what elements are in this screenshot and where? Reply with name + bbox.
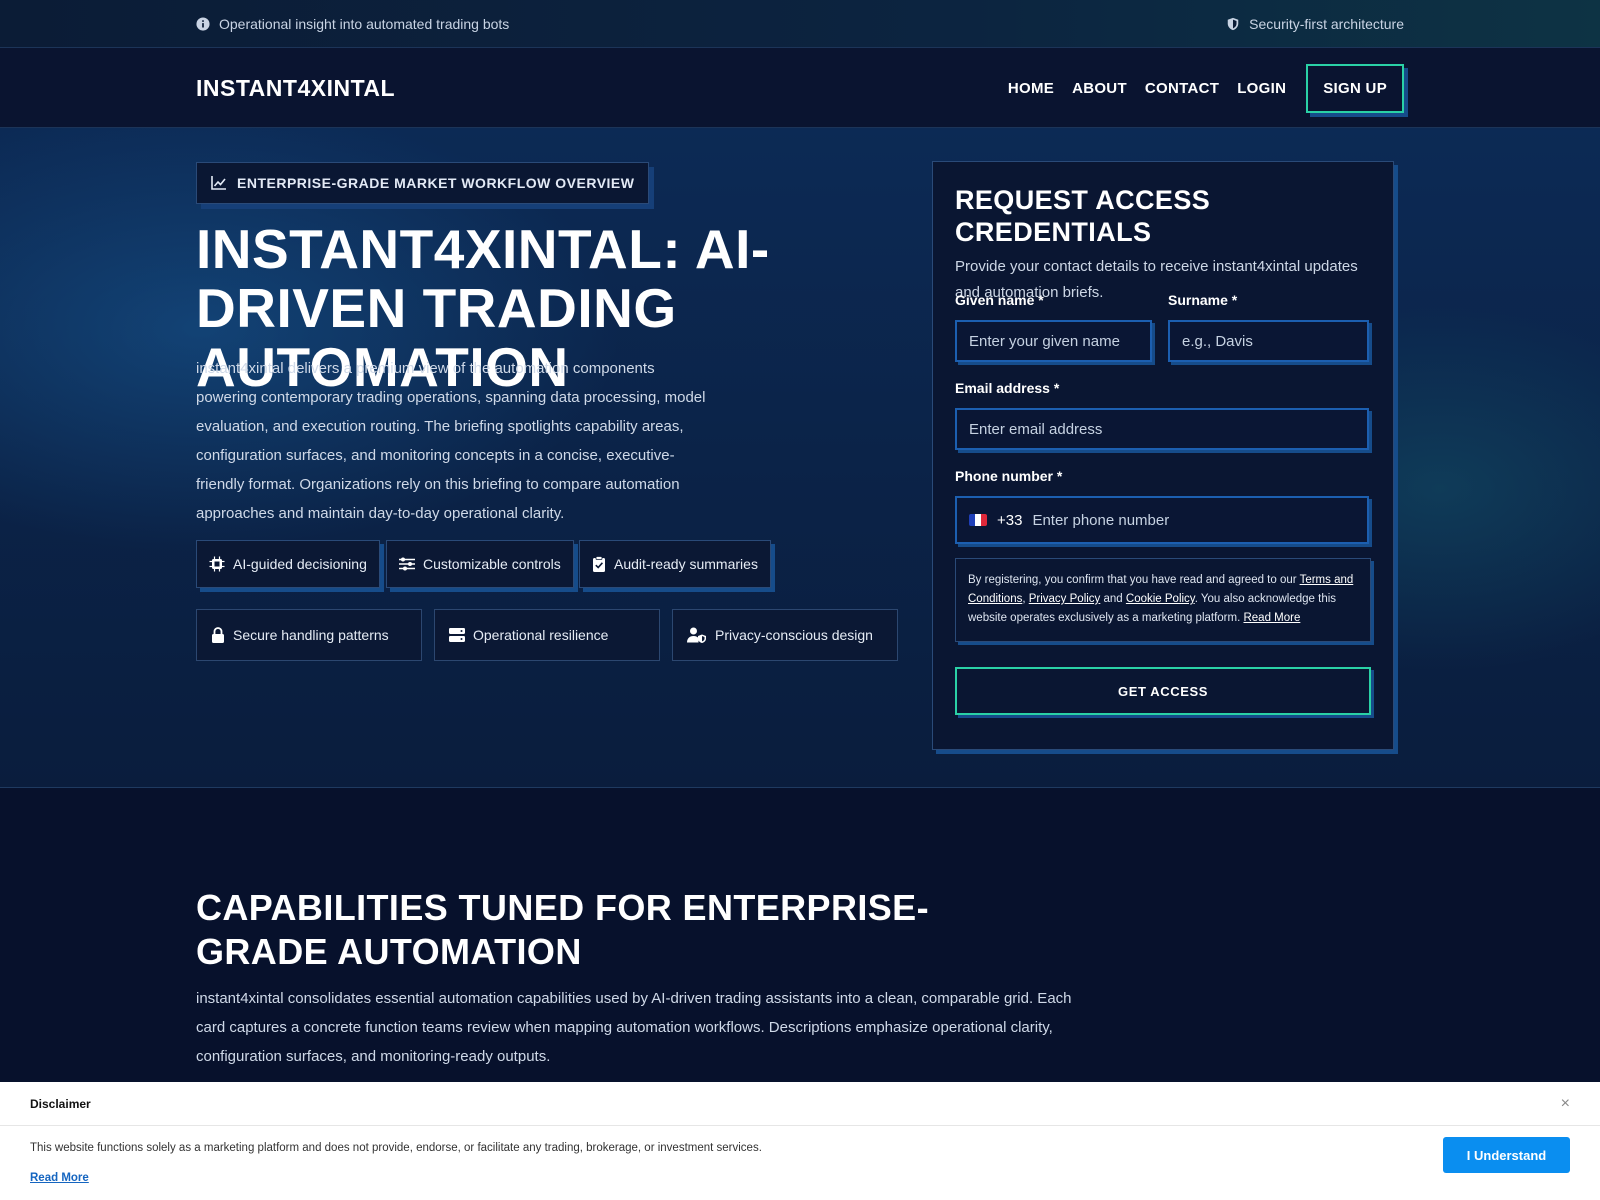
top-info-left: Operational insight into automated tradi… [196,16,509,32]
feature-chip-custom-controls: Customizable controls [386,540,574,588]
chip-label: Privacy-conscious design [715,627,873,643]
hero-badge-text: ENTERPRISE-GRADE MARKET WORKFLOW OVERVIE… [237,175,635,191]
sliders-icon [399,557,415,571]
clipboard-check-icon [593,556,605,572]
chip-label: Audit-ready summaries [614,556,758,572]
i-understand-button[interactable]: I Understand [1443,1137,1570,1173]
signup-button[interactable]: SIGN UP [1306,63,1404,113]
consent-prefix: By registering, you confirm that you hav… [968,574,1300,586]
disclaimer-title: Disclaimer [30,1096,91,1111]
nav-link-home[interactable]: HOME [1008,80,1054,97]
chip-icon [209,556,225,572]
nav-link-login[interactable]: LOGIN [1237,80,1286,97]
main-navigation: INSTANT4XINTAL HOME ABOUT CONTACT LOGIN … [0,48,1600,128]
cookie-link[interactable]: Cookie Policy [1126,593,1195,605]
chip-label: Operational resilience [473,627,609,643]
user-shield-icon [687,627,706,643]
privacy-link[interactable]: Privacy Policy [1029,593,1101,605]
top-info-bar: Operational insight into automated tradi… [0,0,1600,48]
surname-label: Surname * [1168,292,1238,308]
nav-menu: HOME ABOUT CONTACT LOGIN SIGN UP [1008,63,1404,113]
disclaimer-banner: Disclaimer × This website functions sole… [0,1082,1600,1200]
consent-and: and [1100,593,1126,605]
hero-section: ENTERPRISE-GRADE MARKET WORKFLOW OVERVIE… [0,128,1600,788]
france-flag-icon[interactable] [969,514,987,526]
phone-input[interactable] [1032,511,1353,529]
given-name-label: Given name * [955,292,1044,308]
brand-logo[interactable]: INSTANT4XINTAL [196,75,395,102]
chip-label: AI-guided decisioning [233,556,367,572]
close-icon[interactable]: × [1561,1095,1570,1113]
hero-lead: instant4xintal delivers a premium view o… [196,360,706,522]
server-icon [449,628,465,642]
chart-line-icon [211,176,226,190]
disclaimer-header: Disclaimer × [0,1082,1600,1126]
top-info-right: Security-first architecture [1226,16,1404,32]
form-title: REQUEST ACCESS CREDENTIALS [955,185,1211,247]
consent-read-more-link[interactable]: Read More [1243,612,1300,624]
capabilities-title: CAPABILITIES TUNED FOR ENTERPRISE-GRADE … [196,887,929,972]
capabilities-text: instant4xintal consolidates essential au… [196,990,1072,1065]
chip-label: Secure handling patterns [233,627,389,643]
disclaimer-read-more-link[interactable]: Read More [30,1172,89,1184]
surname-input[interactable] [1168,320,1369,362]
feature-chip-audit-summaries: Audit-ready summaries [579,540,771,588]
top-info-left-text: Operational insight into automated tradi… [219,16,510,32]
shield-icon [1227,17,1239,31]
lock-icon [212,627,224,643]
chip-label: Customizable controls [423,556,561,572]
nav-link-about[interactable]: ABOUT [1072,80,1127,97]
given-name-input[interactable] [955,320,1152,362]
nav-link-contact[interactable]: CONTACT [1145,80,1219,97]
consent-notice: By registering, you confirm that you hav… [955,558,1371,642]
email-label: Email address * [955,380,1060,396]
request-access-form: REQUEST ACCESS CREDENTIALS Provide your … [932,161,1394,750]
email-input[interactable] [955,408,1369,450]
hero-badge: ENTERPRISE-GRADE MARKET WORKFLOW OVERVIE… [196,162,650,204]
get-access-button[interactable]: GET ACCESS [955,667,1371,715]
feature-chip-privacy-design: Privacy-conscious design [672,609,898,661]
phone-label: Phone number * [955,468,1063,484]
feature-chip-secure-handling: Secure handling patterns [196,609,422,661]
feature-chip-operational-resilience: Operational resilience [434,609,660,661]
phone-country-code[interactable]: +33 [997,512,1022,529]
info-icon [196,17,210,31]
feature-chip-ai-decisioning: AI-guided decisioning [196,540,380,588]
top-info-right-text: Security-first architecture [1249,16,1404,32]
disclaimer-text: This website functions solely as a marke… [30,1142,762,1154]
phone-field[interactable]: +33 [955,496,1369,544]
